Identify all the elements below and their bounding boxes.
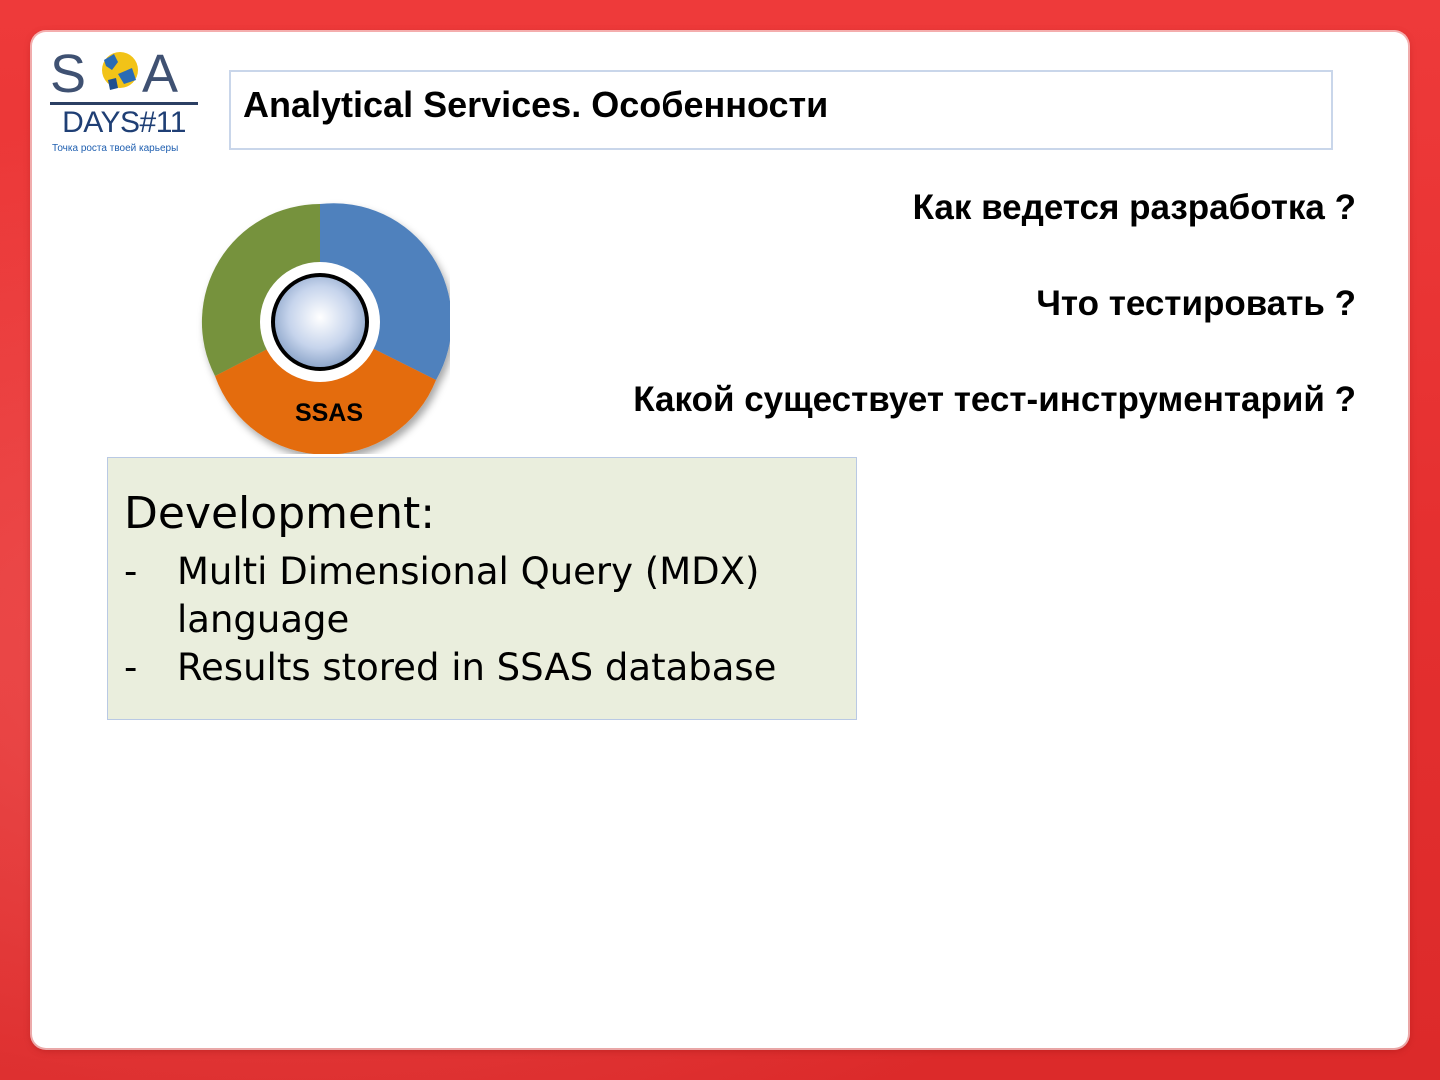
ssas-cycle-diagram: SSAS [201, 203, 450, 454]
sqa-logo-mark: S A [50, 44, 198, 105]
list-item: - Results stored in SSAS database [124, 644, 844, 692]
development-list: - Multi Dimensional Query (MDX) language… [124, 548, 844, 692]
sqa-days-logo: S A DAYS#11 Точка роста твоей карьеры [48, 40, 200, 160]
list-item-text: Results stored in SSAS database [177, 646, 777, 689]
slide-title: Analytical Services. Особенности [243, 84, 829, 125]
title-box: Analytical Services. Особенности [229, 70, 1333, 150]
logo-days-label: DAYS#11 [62, 106, 186, 139]
question-what-to-test: Что тестировать ? [1036, 284, 1356, 323]
question-development: Как ведется разработка ? [912, 188, 1356, 227]
svg-text:A: A [142, 44, 178, 104]
development-box: Development: - Multi Dimensional Query (… [107, 457, 857, 720]
development-heading: Development: [124, 488, 436, 539]
svg-text:S: S [50, 44, 86, 104]
question-tools: Какой существует тест-инструментарий ? [633, 380, 1356, 419]
logo-tagline: Точка роста твоей карьеры [52, 143, 179, 154]
list-item: - Multi Dimensional Query (MDX) language [124, 548, 844, 644]
diagram-label-ssas: SSAS [295, 399, 363, 427]
bullet-dash: - [124, 646, 138, 689]
slide: S A DAYS#11 Точка роста твоей карьеры An… [32, 32, 1408, 1048]
list-item-text: Multi Dimensional Query (MDX) language [177, 550, 760, 641]
bullet-dash: - [124, 550, 138, 593]
diagram-hub [271, 273, 369, 371]
